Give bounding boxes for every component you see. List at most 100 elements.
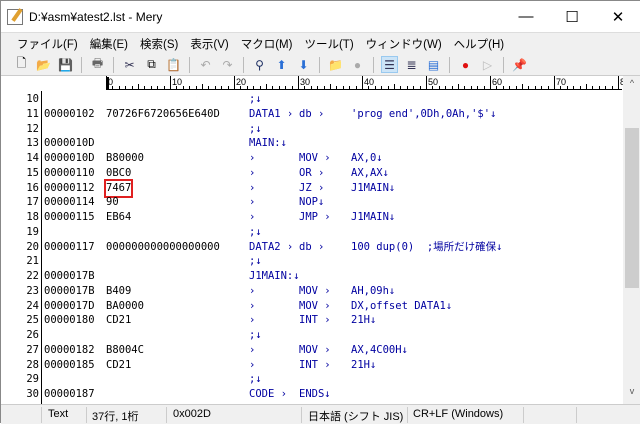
mnemonic-column: ENDS↓ [299, 388, 331, 400]
code-line[interactable]: 29 ;↓ [1, 372, 623, 387]
find-icon[interactable]: ⚲ [251, 56, 268, 73]
save-icon[interactable]: 💾 [57, 56, 74, 73]
menu-file[interactable]: ファイル(F) [17, 36, 78, 52]
code-line[interactable]: 20 00000117 000000000000000000 DATA2 › db › 1… [1, 240, 623, 255]
status-encoding[interactable]: 日本語 (シフト JIS) [308, 408, 403, 424]
vertical-scrollbar[interactable]: ^ v [623, 76, 640, 404]
wrap-icon[interactable]: ≣ [403, 56, 420, 73]
minimize-button[interactable]: — [503, 1, 549, 32]
menu-edit[interactable]: 編集(E) [90, 36, 128, 52]
code-line[interactable]: 21 ;↓ [1, 254, 623, 269]
redo-icon[interactable]: ↷ [219, 56, 236, 73]
undo-icon[interactable]: ↶ [197, 56, 214, 73]
mnemonic-column: db › [299, 240, 325, 253]
ruler-tick [349, 86, 351, 89]
code-line[interactable]: 19 ;↓ [1, 225, 623, 240]
pin-icon[interactable]: 📌 [511, 56, 528, 73]
label-column: ;↓ [249, 122, 262, 135]
scrollbar-thumb[interactable] [625, 128, 639, 288]
paste-icon[interactable]: 📋 [165, 56, 182, 73]
code-line[interactable]: 22 0000017B J1MAIN:↓ [1, 269, 623, 284]
stop-icon[interactable]: ● [349, 56, 366, 73]
ruler-tick [118, 86, 120, 89]
code-line[interactable]: 30 00000187 CODE › ENDS↓ [1, 387, 623, 402]
status-eol[interactable]: CR+LF (Windows) [413, 408, 503, 420]
window-title: D:¥asm¥atest2.lst - Mery [29, 9, 163, 24]
copy-icon[interactable]: ⧉ [143, 56, 160, 73]
menu-help[interactable]: ヘルプ(H) [454, 36, 504, 52]
ruler-tick [253, 86, 255, 89]
code-line[interactable]: 15 00000110 0BC0 › OR › AX,AX↓ [1, 166, 623, 181]
ruler-tick [515, 86, 517, 89]
code-line[interactable]: 13 0000010D MAIN:↓ [1, 136, 623, 151]
label-column: ;↓ [249, 93, 262, 105]
mnemonic-column: INT › [299, 358, 331, 371]
ruler-tick [579, 86, 581, 89]
label-column: › [249, 343, 256, 356]
find-in-files-icon[interactable]: 📁 [327, 56, 344, 73]
operand-column: DX,offset DATA1↓ [351, 299, 453, 312]
ruler-tick [458, 84, 459, 89]
code-line[interactable]: 10 ;↓ [1, 92, 623, 107]
label-column: › [249, 314, 256, 327]
line-numbers-icon[interactable]: ☰ [381, 56, 398, 73]
print-icon[interactable]: 🖶 [89, 56, 106, 73]
code-line[interactable]: 17 00000114 90 › NOP↓ [1, 195, 623, 210]
ruler-tick [285, 86, 287, 89]
window-icon[interactable]: ▤ [425, 56, 442, 73]
record-macro-icon[interactable]: ● [457, 56, 474, 73]
code-line[interactable]: 18 00000115 EB64 › JMP › J1MAIN↓ [1, 210, 623, 225]
ruler-label: 30 [300, 77, 311, 87]
ruler-tick [547, 86, 549, 89]
code-line[interactable]: 14 0000010D B80000 › MOV › AX,0↓ [1, 151, 623, 166]
find-previous-icon[interactable]: ⬆ [273, 56, 290, 73]
ruler-tick [573, 86, 575, 89]
status-position[interactable]: 37行, 1桁 [92, 408, 138, 424]
ruler-tick [541, 86, 543, 89]
ruler-tick [157, 86, 159, 89]
ruler-tick [464, 86, 466, 89]
label-column: DATA2 › [249, 240, 294, 253]
label-column: DATA1 › [249, 107, 294, 120]
label-column: ;↓ [249, 329, 262, 341]
line-number: 28 [26, 358, 39, 371]
open-folder-icon[interactable]: 📂 [35, 56, 52, 73]
line-number: 15 [26, 166, 39, 179]
scroll-down-icon[interactable]: v [623, 386, 640, 402]
menu-view[interactable]: 表示(V) [190, 36, 228, 52]
code-line[interactable]: 12 ;↓ [1, 122, 623, 137]
new-file-icon[interactable]: 🗋 [13, 56, 30, 73]
line-number: 18 [26, 211, 39, 223]
menu-macro[interactable]: マクロ(M) [241, 36, 293, 52]
close-button[interactable]: ✕ [595, 1, 640, 32]
code-line[interactable]: 11 00000102 70726F6720656E640D DATA1 › db › '… [1, 107, 623, 122]
scroll-up-icon[interactable]: ^ [623, 78, 640, 94]
ruler-tick [445, 86, 447, 89]
ruler-tick [195, 86, 197, 89]
ruler-tick [106, 76, 107, 89]
code-line[interactable]: 25 00000180 CD21 › INT › 21H↓ [1, 313, 623, 328]
maximize-button[interactable]: ☐ [549, 1, 595, 32]
play-macro-icon[interactable]: ▷ [479, 56, 496, 73]
label-column: › [249, 181, 256, 194]
code-line[interactable]: 23 0000017B B409 › MOV › AH,09h↓ [1, 284, 623, 299]
code-line[interactable]: 24 0000017D BA0000 › MOV › DX,offset DATA1↓ [1, 299, 623, 314]
code-line[interactable]: 28 00000185 CD21 › INT › 21H↓ [1, 358, 623, 373]
editor[interactable]: 10 ;↓ 11 00000102 70726F6720656E640D DATA1 › d… [1, 91, 623, 404]
ruler-tick [618, 76, 619, 89]
ruler-tick [509, 86, 511, 89]
ruler-tick [227, 86, 229, 89]
code-line[interactable]: 26 ;↓ [1, 328, 623, 343]
ruler-tick [554, 76, 555, 89]
menu-tools[interactable]: ツール(T) [304, 36, 353, 52]
code-line[interactable]: 16 00000112 7467 › JZ › J1MAIN↓ [1, 178, 623, 198]
cut-icon[interactable]: ✂ [121, 56, 138, 73]
code-line[interactable]: 27 00000182 B8004C › MOV › AX,4C00H↓ [1, 343, 623, 358]
menu-window[interactable]: ウィンドウ(W) [366, 36, 442, 52]
menu-search[interactable]: 検索(S) [140, 36, 178, 52]
ruler-tick [470, 86, 472, 89]
mnemonic-column: MOV › [299, 284, 331, 297]
line-number: 16 [26, 181, 39, 194]
find-next-icon[interactable]: ⬇ [295, 56, 312, 73]
ruler-tick [502, 86, 504, 89]
